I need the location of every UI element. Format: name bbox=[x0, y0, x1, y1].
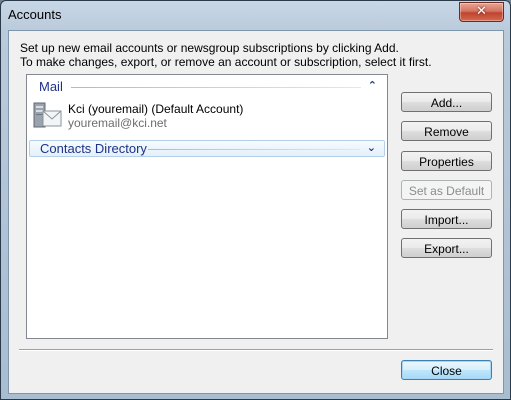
accounts-dialog: Accounts ✕ Set up new email accounts or … bbox=[0, 0, 511, 400]
group-label-contacts-directory: Contacts Directory bbox=[40, 141, 147, 156]
title-bar[interactable]: Accounts ✕ bbox=[1, 1, 510, 31]
window-close-button[interactable]: ✕ bbox=[459, 2, 504, 22]
instructions: Set up new email accounts or newsgroup s… bbox=[20, 41, 432, 69]
import-button[interactable]: Import... bbox=[401, 209, 492, 229]
window-title: Accounts bbox=[8, 7, 62, 22]
remove-button[interactable]: Remove bbox=[401, 121, 492, 141]
add-button[interactable]: Add... bbox=[401, 92, 492, 112]
collapse-chevron-icon[interactable]: ⌃ bbox=[368, 79, 377, 92]
expand-chevron-icon[interactable]: ⌄ bbox=[367, 141, 376, 154]
export-button[interactable]: Export... bbox=[401, 238, 492, 258]
divider bbox=[19, 349, 493, 351]
close-icon: ✕ bbox=[476, 4, 487, 19]
set-as-default-button[interactable]: Set as Default bbox=[401, 180, 492, 200]
dialog-body: Set up new email accounts or newsgroup s… bbox=[8, 30, 504, 394]
group-divider bbox=[148, 149, 360, 150]
instructions-line-1: Set up new email accounts or newsgroup s… bbox=[20, 41, 399, 55]
group-header-mail[interactable]: Mail ⌃ bbox=[29, 79, 385, 95]
group-divider bbox=[71, 87, 361, 88]
account-name: Kci (youremail) (Default Account) bbox=[68, 102, 244, 116]
mail-account-icon bbox=[33, 102, 62, 128]
instructions-line-2: To make changes, export, or remove an ac… bbox=[20, 55, 432, 69]
accounts-list[interactable]: Mail ⌃ Kci (youremail) (Default Account)… bbox=[26, 74, 388, 339]
group-label-mail: Mail bbox=[39, 79, 63, 94]
group-header-contacts-directory[interactable]: Contacts Directory ⌄ bbox=[29, 140, 385, 157]
properties-button[interactable]: Properties bbox=[401, 151, 492, 171]
close-button[interactable]: Close bbox=[401, 360, 492, 380]
list-item-account[interactable]: Kci (youremail) (Default Account) yourem… bbox=[33, 101, 373, 135]
account-email: youremail@kci.net bbox=[68, 116, 167, 130]
